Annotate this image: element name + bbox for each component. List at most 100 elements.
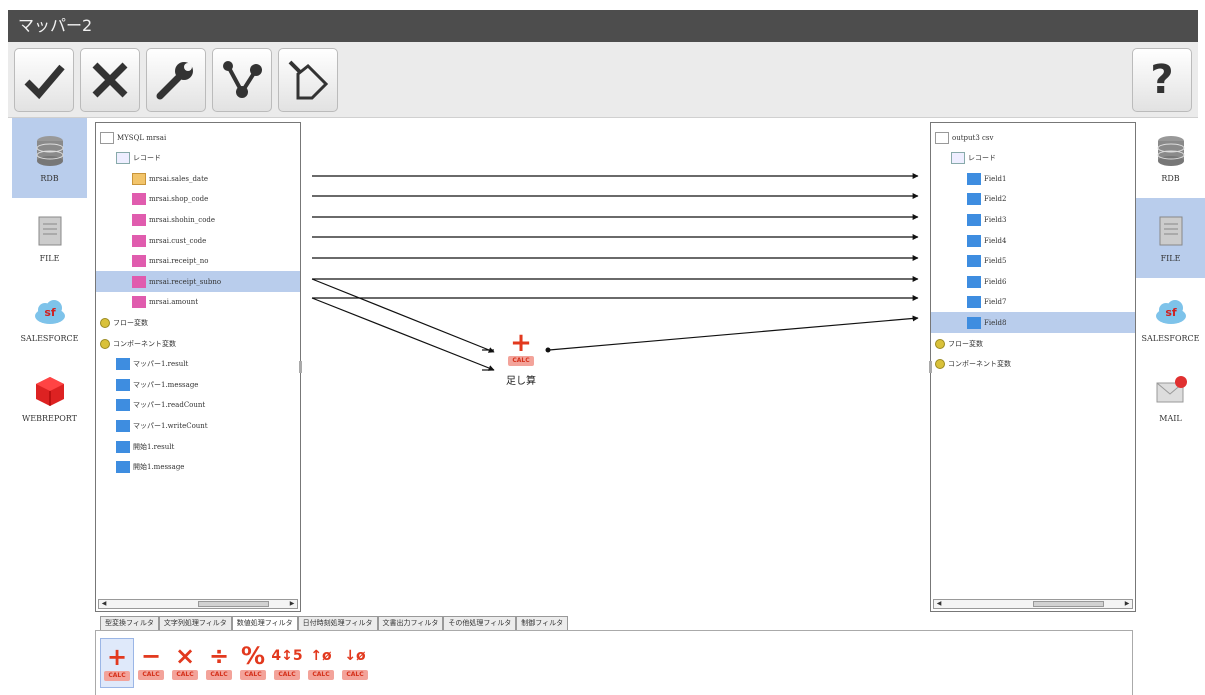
- palette-mail[interactable]: MAIL: [1133, 358, 1205, 438]
- left-tree-node[interactable]: マッパー1.writeCount: [96, 415, 300, 436]
- filter-divide-button[interactable]: ÷ CALC: [202, 638, 236, 688]
- filter-add-icon: +: [106, 643, 128, 671]
- horizontal-scrollbar[interactable]: ◀ ▶: [933, 599, 1133, 609]
- palette-file[interactable]: FILE: [12, 198, 87, 278]
- filter-round-button[interactable]: 4↕5 CALC: [270, 638, 304, 688]
- right-component-palette: RDB FILE sf SALESFORCE MAIL: [1133, 118, 1205, 618]
- help-button[interactable]: ?: [1132, 48, 1192, 112]
- left-tree-node[interactable]: mrsai.shohin_code: [96, 209, 300, 230]
- right-tree-node[interactable]: Field4: [931, 230, 1135, 251]
- mapping-canvas[interactable]: ◀ ▶ MYSQL mrsai レコード mrsai.sales_date mrsai.…: [95, 122, 1136, 612]
- right-tree-node[interactable]: output3 csv: [931, 127, 1135, 148]
- database-icon: [36, 135, 63, 166]
- left-tree-node[interactable]: mrsai.shop_code: [96, 189, 300, 210]
- filter-modulo-button[interactable]: % CALC: [236, 638, 270, 688]
- left-tree-node[interactable]: マッパー1.readCount: [96, 395, 300, 416]
- clear-button[interactable]: [278, 48, 338, 112]
- palette-label: MAIL: [1159, 413, 1182, 423]
- source-tree[interactable]: ◀ ▶ MYSQL mrsai レコード mrsai.sales_date mrsai.…: [95, 122, 302, 612]
- tree-node-label: レコード: [968, 154, 996, 163]
- left-tree-node[interactable]: mrsai.receipt_no: [96, 251, 300, 272]
- field-icon: [967, 296, 981, 309]
- filter-tab[interactable]: 文字列処理フィルタ: [158, 616, 232, 630]
- right-tree-node[interactable]: Field3: [931, 209, 1135, 230]
- left-tree-node[interactable]: mrsai.amount: [96, 292, 300, 313]
- left-tree-node[interactable]: レコード: [96, 148, 300, 169]
- toolbar: ?: [8, 42, 1198, 118]
- filter-add-button[interactable]: + CALC: [100, 638, 134, 688]
- tree-node-label: mrsai.receipt_no: [149, 257, 209, 266]
- field-icon: [967, 213, 981, 226]
- right-tree-node[interactable]: Field5: [931, 251, 1135, 272]
- right-tree-node[interactable]: フロー変数: [931, 333, 1135, 354]
- left-tree-node[interactable]: 開始1.result: [96, 436, 300, 457]
- palette-rdb[interactable]: RDB: [12, 118, 87, 198]
- right-tree-node[interactable]: Field8: [931, 312, 1135, 334]
- left-tree-node[interactable]: MYSQL mrsai: [96, 127, 300, 148]
- left-tree-node[interactable]: mrsai.sales_date: [96, 168, 300, 189]
- left-tree-node[interactable]: マッパー1.result: [96, 354, 300, 375]
- right-tree-node[interactable]: レコード: [931, 148, 1135, 169]
- connect-button[interactable]: [212, 48, 272, 112]
- right-tree-node[interactable]: Field7: [931, 292, 1135, 313]
- left-tree-node[interactable]: 開始1.message: [96, 457, 300, 478]
- right-tree-node[interactable]: Field6: [931, 271, 1135, 292]
- wrench-icon: [156, 62, 193, 100]
- tree-node-label: マッパー1.writeCount: [133, 421, 208, 430]
- palette-label: RDB: [40, 173, 59, 183]
- calc-tag: CALC: [274, 670, 300, 680]
- filter-ceiling-button[interactable]: ↑ø CALC: [304, 638, 338, 688]
- filter-multiply-button[interactable]: × CALC: [168, 638, 202, 688]
- field-icon: [116, 419, 130, 432]
- palette-file[interactable]: FILE: [1133, 198, 1205, 278]
- database-icon: [1157, 135, 1184, 166]
- tree-node-label: mrsai.cust_code: [149, 236, 207, 245]
- right-tree-node[interactable]: Field2: [931, 189, 1135, 210]
- left-tree-node[interactable]: mrsai.cust_code: [96, 230, 300, 251]
- tree-node-label: Field3: [984, 215, 1007, 224]
- filter-tab[interactable]: 型変換フィルタ: [100, 616, 159, 630]
- cancel-button[interactable]: [80, 48, 140, 112]
- filter-tab[interactable]: 数値処理フィルタ: [231, 616, 298, 630]
- tree-node-label: マッパー1.result: [133, 360, 189, 369]
- filter-floor-button[interactable]: ↓ø CALC: [338, 638, 372, 688]
- horizontal-scrollbar[interactable]: ◀ ▶: [98, 599, 298, 609]
- field-icon: [132, 296, 146, 309]
- calc-tag: CALC: [206, 670, 232, 680]
- file-icon: [1159, 216, 1182, 245]
- right-tree-node[interactable]: Field1: [931, 168, 1135, 189]
- filter-subtract-button[interactable]: − CALC: [134, 638, 168, 688]
- tree-node-label: Field2: [984, 195, 1007, 204]
- filter-tab[interactable]: 制御フィルタ: [516, 616, 569, 630]
- calc-add-node[interactable]: + CALC 足し算: [496, 330, 546, 387]
- cube-icon: [35, 376, 64, 406]
- left-tree-node[interactable]: mrsai.receipt_subno: [96, 271, 300, 293]
- field-icon: [116, 378, 130, 391]
- left-tree-node[interactable]: フロー変数: [96, 312, 300, 333]
- palette-rdb[interactable]: RDB: [1133, 118, 1205, 198]
- right-tree-node[interactable]: コンポーネント変数: [931, 354, 1135, 375]
- svg-text:sf: sf: [1165, 306, 1177, 319]
- filter-floor-icon: ↓ø: [344, 648, 366, 664]
- left-tree-node[interactable]: コンポーネント変数: [96, 333, 300, 354]
- filter-tab[interactable]: その他処理フィルタ: [443, 616, 517, 630]
- tree-node-label: フロー変数: [948, 339, 983, 348]
- tree-node-label: mrsai.shohin_code: [149, 215, 216, 224]
- ok-button[interactable]: [14, 48, 74, 112]
- palette-salesforce[interactable]: sf SALESFORCE: [12, 278, 87, 358]
- palette-salesforce[interactable]: sf SALESFORCE: [1133, 278, 1205, 358]
- palette-webreport[interactable]: WEBREPORT: [12, 358, 87, 438]
- add-calc-icon: + CALC: [507, 330, 535, 368]
- tree-node-label: 開始1.message: [133, 463, 185, 472]
- filter-tab[interactable]: 文書出力フィルタ: [377, 616, 444, 630]
- filter-tab[interactable]: 日付時刻処理フィルタ: [297, 616, 378, 630]
- left-tree-node[interactable]: マッパー1.message: [96, 374, 300, 395]
- filter-modulo-icon: %: [240, 642, 266, 670]
- tree-node-label: Field5: [984, 257, 1007, 266]
- folder-icon: [100, 131, 114, 144]
- field-icon: [116, 399, 130, 412]
- calc-tag: CALC: [138, 670, 164, 680]
- target-tree[interactable]: ◀ ▶ output3 csv レコード Field1 Field2 Field3 Fiel…: [929, 122, 1136, 612]
- field-icon: [967, 255, 981, 268]
- settings-button[interactable]: [146, 48, 206, 112]
